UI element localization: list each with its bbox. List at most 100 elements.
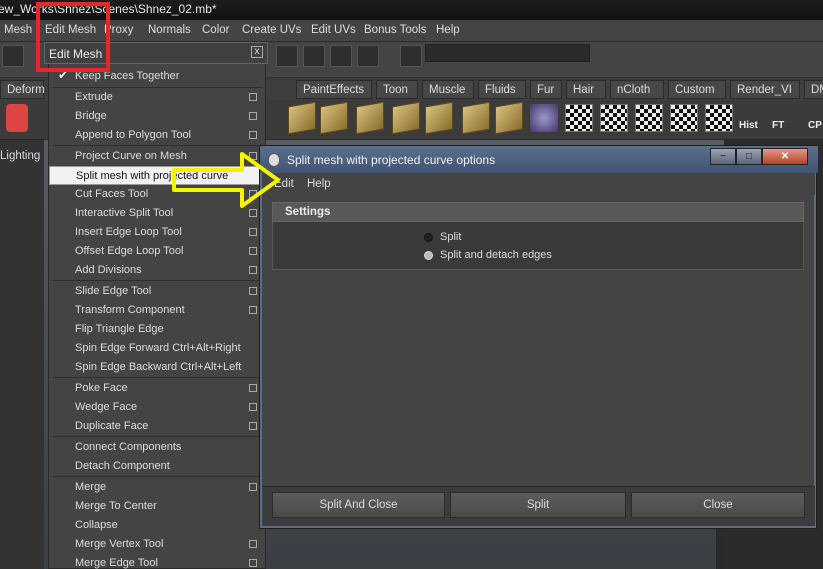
snap-icon[interactable] (2, 45, 24, 67)
maximize-button[interactable]: □ (736, 148, 762, 165)
tab-ncloth[interactable]: nCloth (610, 80, 664, 99)
menu-item-add-divisions[interactable]: Add Divisions (49, 261, 265, 280)
tab-painteffects[interactable]: PaintEffects (296, 80, 372, 99)
option-box-icon[interactable] (249, 559, 257, 567)
tab-hair[interactable]: Hair (566, 80, 606, 99)
option-box-icon[interactable] (249, 93, 257, 101)
menu-mesh[interactable]: Mesh (4, 24, 32, 36)
quick-input-field[interactable] (425, 44, 590, 62)
option-box-icon[interactable] (249, 540, 257, 548)
close-window-button[interactable]: ✕ (762, 148, 808, 165)
menu-bonus-tools[interactable]: Bonus Tools (364, 24, 426, 36)
plane-icon[interactable] (320, 101, 348, 135)
menu-item-duplicate-face[interactable]: Duplicate Face (49, 417, 265, 436)
menu-item-wedge-face[interactable]: Wedge Face (49, 398, 265, 417)
cp-label[interactable]: CP (808, 120, 822, 131)
menu-item-merge[interactable]: Merge (49, 478, 265, 497)
menu-item-collapse[interactable]: Collapse (49, 516, 265, 535)
option-box-icon[interactable] (249, 287, 257, 295)
tab-custom[interactable]: Custom (668, 80, 726, 99)
tab-muscle[interactable]: Muscle (422, 80, 474, 99)
tab-deform[interactable]: Deform (0, 80, 45, 99)
extrude-face-icon[interactable] (462, 101, 490, 135)
menu-normals[interactable]: Normals (148, 24, 191, 36)
cube-icon[interactable] (288, 101, 316, 135)
ipr-clapper-icon[interactable] (330, 45, 352, 67)
menu-item-extrude[interactable]: Extrude (49, 88, 265, 107)
menu-create-uvs[interactable]: Create UVs (242, 24, 301, 36)
split-face-icon[interactable] (392, 101, 420, 135)
radio-split[interactable] (424, 233, 433, 242)
option-box-icon[interactable] (249, 112, 257, 120)
edit-mesh-menu: ✔ Keep Faces Together Extrude Bridge Appe… (48, 64, 266, 569)
clapper-icon[interactable] (303, 45, 325, 67)
menu-item-poke-face[interactable]: Poke Face (49, 379, 265, 398)
close-button[interactable]: Close (631, 492, 805, 518)
dialog-caption: Split mesh with projected curve options … (260, 146, 818, 173)
tab-fluids[interactable]: Fluids (478, 80, 526, 99)
menu-item-merge-vertex-tool[interactable]: Merge Vertex Tool (49, 535, 265, 554)
ft-label[interactable]: FT (772, 120, 784, 131)
menu-item-spin-edge-backward[interactable]: Spin Edge Backward Ctrl+Alt+Left (49, 358, 265, 377)
close-icon[interactable]: x (251, 46, 263, 58)
split-and-close-button[interactable]: Split And Close (272, 492, 445, 518)
shortcut-label: Ctrl+Alt+Left (180, 361, 242, 373)
menu-item-label: Offset Edge Loop Tool (75, 245, 184, 257)
settings-section-header[interactable]: Settings (272, 202, 804, 222)
option-box-icon[interactable] (249, 209, 257, 217)
radio-split-and-detach[interactable] (424, 251, 433, 260)
input-field-icon[interactable] (400, 45, 422, 67)
tab-render-vi[interactable]: Render_VI (730, 80, 800, 99)
viewport-scrollbar[interactable] (716, 526, 724, 569)
option-box-icon[interactable] (249, 306, 257, 314)
option-box-icon[interactable] (249, 247, 257, 255)
menu-item-merge-to-center[interactable]: Merge To Center (49, 497, 265, 516)
sculpt-icon[interactable] (530, 104, 558, 132)
option-box-icon[interactable] (249, 483, 257, 491)
render-settings-icon[interactable] (357, 45, 379, 67)
face-select-icon[interactable] (356, 101, 384, 135)
minimize-button[interactable]: − (710, 148, 736, 165)
split-button[interactable]: Split (450, 492, 626, 518)
split-mesh-options-dialog: Split mesh with projected curve options … (259, 145, 818, 529)
menu-item-merge-edge-tool[interactable]: Merge Edge Tool (49, 554, 265, 569)
duplicate-face-icon[interactable] (495, 101, 523, 135)
tool-icon[interactable] (6, 104, 28, 132)
menu-edit-uvs[interactable]: Edit UVs (311, 24, 356, 36)
option-box-icon[interactable] (249, 228, 257, 236)
menu-color[interactable]: Color (202, 24, 229, 36)
menu-item-offset-edge-loop-tool[interactable]: Offset Edge Loop Tool (49, 242, 265, 261)
menu-item-connect-components[interactable]: Connect Components (49, 438, 265, 457)
menu-item-detach-component[interactable]: Detach Component (49, 457, 265, 476)
uv-move-icon[interactable] (600, 104, 628, 132)
menu-divider (53, 145, 263, 146)
uv-checker-icon[interactable] (565, 104, 593, 132)
menu-item-label: Transform Component (75, 304, 185, 316)
menu-item-flip-triangle-edge[interactable]: Flip Triangle Edge (49, 320, 265, 339)
tab-dm[interactable]: DM (804, 80, 823, 99)
option-box-icon[interactable] (249, 422, 257, 430)
menu-item-transform-component[interactable]: Transform Component (49, 301, 265, 320)
yellow-arrow-icon (172, 152, 280, 208)
menu-item-spin-edge-forward[interactable]: Spin Edge Forward Ctrl+Alt+Right (49, 339, 265, 358)
dialog-menu-help[interactable]: Help (307, 178, 331, 190)
option-box-icon[interactable] (249, 403, 257, 411)
dialog-title: Split mesh with projected curve options (287, 153, 496, 167)
option-box-icon[interactable] (249, 384, 257, 392)
menu-item-append-to-polygon[interactable]: Append to Polygon Tool (49, 126, 265, 145)
option-box-icon[interactable] (249, 131, 257, 139)
menu-item-insert-edge-loop-tool[interactable]: Insert Edge Loop Tool (49, 223, 265, 242)
uv-scale-icon[interactable] (670, 104, 698, 132)
uv-editor-icon[interactable] (705, 104, 733, 132)
menu-item-bridge[interactable]: Bridge (49, 107, 265, 126)
uv-rotate-icon[interactable] (635, 104, 663, 132)
tab-fur[interactable]: Fur (530, 80, 562, 99)
option-box-icon[interactable] (249, 266, 257, 274)
lighting-label[interactable]: Lighting (0, 150, 40, 162)
wedge-icon[interactable] (425, 101, 453, 135)
render-icon[interactable] (276, 45, 298, 67)
menu-item-slide-edge-tool[interactable]: Slide Edge Tool (49, 282, 265, 301)
menu-help[interactable]: Help (436, 24, 460, 36)
hist-label[interactable]: Hist (739, 120, 758, 131)
tab-toon[interactable]: Toon (376, 80, 418, 99)
